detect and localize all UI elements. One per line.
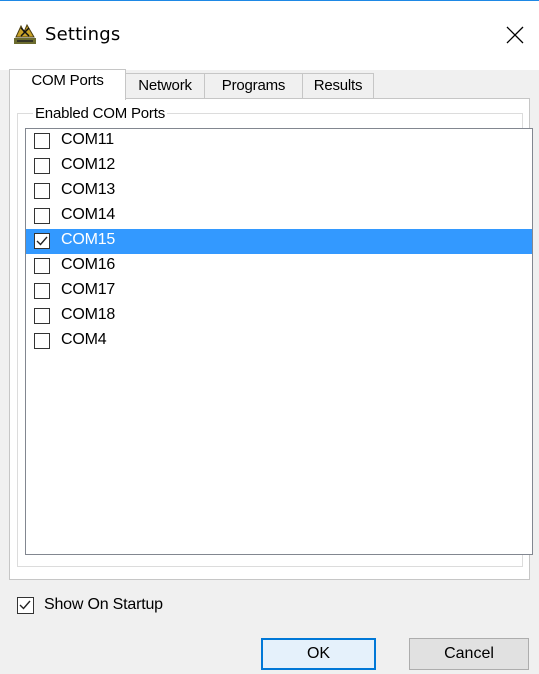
port-label: COM13 — [61, 181, 116, 198]
port-label: COM12 — [61, 156, 116, 173]
show-on-startup-label[interactable]: Show On Startup — [44, 596, 163, 614]
tab-results[interactable]: Results — [302, 73, 374, 99]
port-checkbox[interactable] — [34, 233, 50, 249]
port-label: COM11 — [61, 131, 114, 148]
tab-network[interactable]: Network — [125, 73, 205, 99]
list-item[interactable]: COM11 — [26, 129, 532, 154]
port-checkbox[interactable] — [34, 208, 50, 224]
list-item[interactable]: COM12 — [26, 154, 532, 179]
port-checkbox[interactable] — [34, 183, 50, 199]
window-title: Settings — [45, 24, 121, 45]
port-label: COM4 — [61, 331, 107, 348]
port-label: COM15 — [61, 231, 116, 248]
cancel-button[interactable]: Cancel — [409, 638, 529, 670]
list-item[interactable]: COM13 — [26, 179, 532, 204]
list-item[interactable]: COM15 — [26, 229, 532, 254]
port-checkbox[interactable] — [34, 308, 50, 324]
close-icon — [506, 26, 524, 44]
tab-programs[interactable]: Programs — [204, 73, 303, 99]
port-label: COM17 — [61, 281, 116, 298]
port-checkbox[interactable] — [34, 133, 50, 149]
group-label: Enabled COM Ports — [33, 105, 167, 122]
list-item[interactable]: COM16 — [26, 254, 532, 279]
com-port-list[interactable]: COM11 COM12 COM13 COM14 COM15 COM16 COM17 COM18… — [25, 128, 533, 555]
port-label: COM16 — [61, 256, 116, 273]
list-item[interactable]: COM4 — [26, 329, 532, 354]
list-item[interactable]: COM18 — [26, 304, 532, 329]
settings-app-icon — [13, 22, 37, 46]
port-checkbox[interactable] — [34, 158, 50, 174]
port-checkbox[interactable] — [34, 258, 50, 274]
ok-button[interactable]: OK — [261, 638, 376, 670]
close-button[interactable] — [493, 15, 539, 55]
title-bar: Settings — [0, 0, 539, 70]
port-label: COM14 — [61, 206, 116, 223]
show-on-startup-checkbox[interactable] — [17, 597, 34, 614]
list-item[interactable]: COM17 — [26, 279, 532, 304]
port-label: COM18 — [61, 306, 116, 323]
list-item[interactable]: COM14 — [26, 204, 532, 229]
port-checkbox[interactable] — [34, 283, 50, 299]
port-checkbox[interactable] — [34, 333, 50, 349]
tab-com-ports[interactable]: COM Ports — [9, 69, 126, 100]
